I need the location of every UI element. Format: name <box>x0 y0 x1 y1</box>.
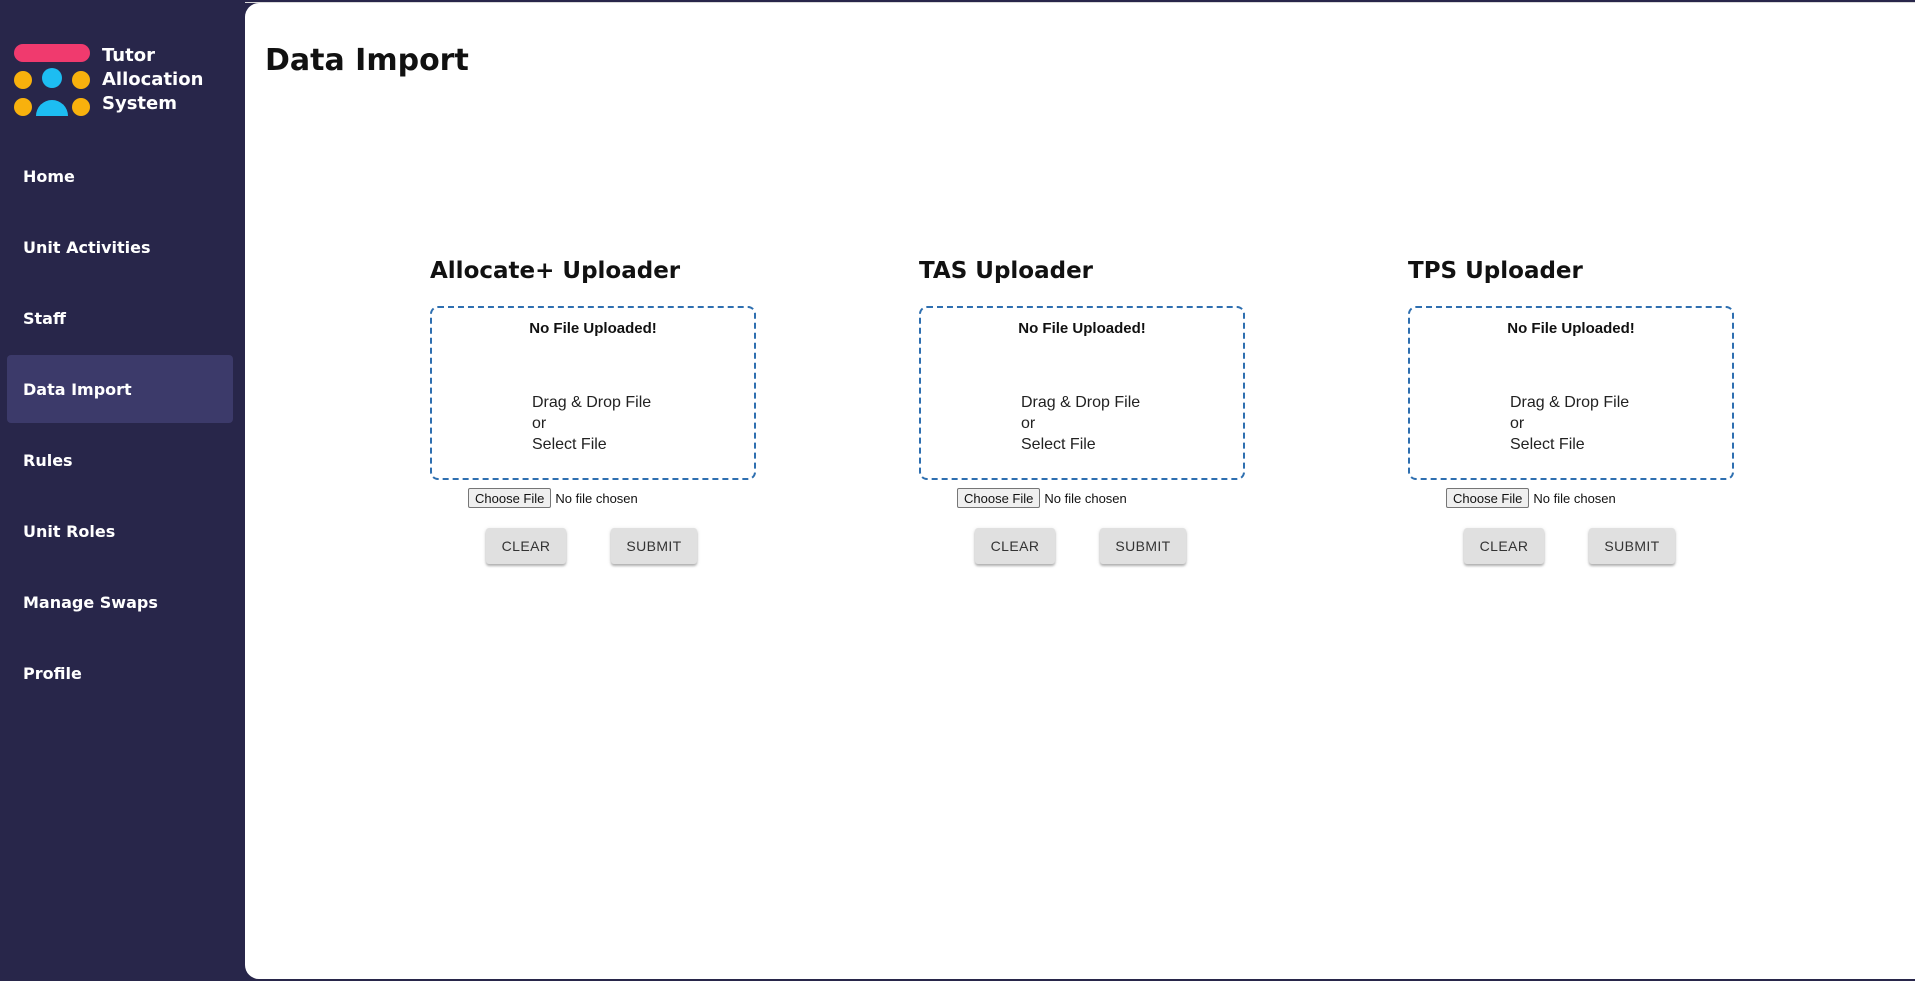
action-buttons: CLEAR SUBMIT <box>919 528 1249 568</box>
drop-zone[interactable]: No File Uploaded! Drag & Drop File or Se… <box>919 306 1245 480</box>
sidebar-item-home[interactable]: Home <box>7 142 233 210</box>
drop-instruction-line: Drag & Drop File <box>1021 394 1141 411</box>
sidebar-item-profile[interactable]: Profile <box>7 639 233 707</box>
drop-instruction-line: Drag & Drop File <box>1510 394 1630 411</box>
logo-icon <box>14 44 90 116</box>
app-logo[interactable]: Tutor Allocation System <box>14 44 234 116</box>
drop-instructions: Drag & Drop File or Select File <box>1510 392 1629 455</box>
drop-instructions: Drag & Drop File or Select File <box>532 392 651 455</box>
main-content: Data Import Allocate+ Uploader No File U… <box>245 3 1915 979</box>
drop-zone[interactable]: No File Uploaded! Drag & Drop File or Se… <box>430 306 756 480</box>
file-input: Choose File No file chosen <box>957 488 1249 508</box>
app-window: Tutor Allocation System Home Unit Activi… <box>0 0 1915 981</box>
sidebar-item-rules[interactable]: Rules <box>7 426 233 494</box>
logo-wordmark: Tutor Allocation System <box>102 44 203 116</box>
page-title: Data Import <box>265 43 469 78</box>
uploader-title: Allocate+ Uploader <box>430 258 681 284</box>
submit-button[interactable]: SUBMIT <box>611 528 697 564</box>
upload-status: No File Uploaded! <box>1507 320 1635 337</box>
logo-line-2: Allocation <box>102 69 204 90</box>
choose-file-button[interactable]: Choose File <box>957 488 1041 508</box>
file-status: No file chosen <box>1533 490 1616 506</box>
upload-status: No File Uploaded! <box>529 320 657 337</box>
drop-instruction-line: Select File <box>532 436 607 453</box>
drop-instruction-line: Select File <box>1510 436 1585 453</box>
submit-button[interactable]: SUBMIT <box>1589 528 1675 564</box>
uploader-title: TPS Uploader <box>1408 258 1583 284</box>
sidebar-item-manage-swaps[interactable]: Manage Swaps <box>7 568 233 636</box>
drop-instruction-line: or <box>532 415 547 432</box>
choose-file-button[interactable]: Choose File <box>1446 488 1530 508</box>
sidebar-item-unit-roles[interactable]: Unit Roles <box>7 497 233 565</box>
sidebar: Tutor Allocation System Home Unit Activi… <box>0 0 245 981</box>
action-buttons: CLEAR SUBMIT <box>1408 528 1738 568</box>
sidebar-item-staff[interactable]: Staff <box>7 284 233 352</box>
clear-button[interactable]: CLEAR <box>1464 528 1544 564</box>
drop-instruction-line: Drag & Drop File <box>532 394 652 411</box>
upload-status: No File Uploaded! <box>1018 320 1146 337</box>
drop-instruction-line: or <box>1021 415 1036 432</box>
drop-zone[interactable]: No File Uploaded! Drag & Drop File or Se… <box>1408 306 1734 480</box>
drop-instructions: Drag & Drop File or Select File <box>1021 392 1140 455</box>
sidebar-item-data-import[interactable]: Data Import <box>7 355 233 423</box>
action-buttons: CLEAR SUBMIT <box>430 528 760 568</box>
file-status: No file chosen <box>1044 490 1127 506</box>
drop-instruction-line: Select File <box>1021 436 1096 453</box>
uploader-tas: TAS Uploader No File Uploaded! Drag & Dr… <box>919 258 1249 568</box>
drop-instruction-line: or <box>1510 415 1525 432</box>
sidebar-item-unit-activities[interactable]: Unit Activities <box>7 213 233 281</box>
logo-line-1: Tutor <box>102 45 155 66</box>
logo-line-3: System <box>102 93 177 114</box>
uploader-title: TAS Uploader <box>919 258 1094 284</box>
sidebar-nav: Home Unit Activities Staff Data Import R… <box>7 142 233 710</box>
clear-button[interactable]: CLEAR <box>975 528 1055 564</box>
file-input: Choose File No file chosen <box>468 488 760 508</box>
choose-file-button[interactable]: Choose File <box>468 488 552 508</box>
uploader-allocate-plus: Allocate+ Uploader No File Uploaded! Dra… <box>430 258 760 568</box>
file-status: No file chosen <box>555 490 638 506</box>
clear-button[interactable]: CLEAR <box>486 528 566 564</box>
uploader-tps: TPS Uploader No File Uploaded! Drag & Dr… <box>1408 258 1738 568</box>
submit-button[interactable]: SUBMIT <box>1100 528 1186 564</box>
file-input: Choose File No file chosen <box>1446 488 1738 508</box>
